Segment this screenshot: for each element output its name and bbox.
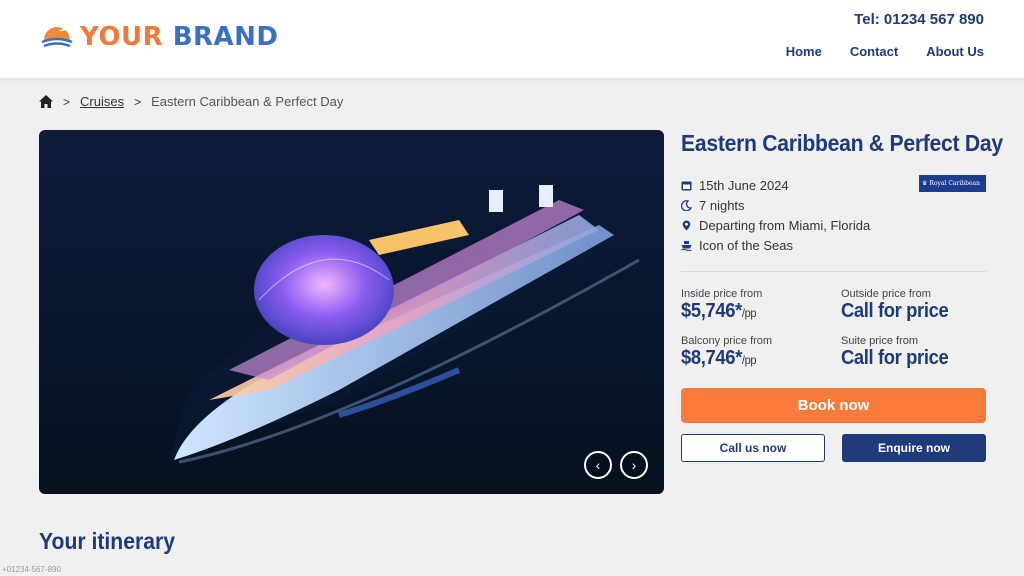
divider	[681, 271, 986, 272]
price-suite-value: Call for price	[841, 347, 949, 369]
fact-ship: Icon of the Seas	[681, 235, 986, 255]
nav-contact[interactable]: Contact	[850, 44, 898, 59]
breadcrumb-separator: >	[134, 94, 142, 109]
calendar-icon	[681, 181, 692, 190]
carousel-next-button[interactable]: ›	[620, 451, 648, 479]
price-balcony-label: Balcony price from	[681, 335, 773, 347]
cruise-ship: Icon of the Seas	[699, 237, 793, 253]
cruise-nights: 7 nights	[699, 197, 745, 213]
breadcrumb-current: Eastern Caribbean & Perfect Day	[151, 94, 344, 109]
carousel-prev-button[interactable]: ‹	[584, 451, 612, 479]
chevron-right-icon: ›	[631, 457, 637, 473]
logo-sunset-icon	[41, 27, 73, 48]
cruise-date: 15th June 2024	[699, 177, 789, 193]
price-outside: Outside price from Call for price	[841, 288, 986, 323]
moon-icon	[681, 199, 692, 211]
nav-about[interactable]: About Us	[926, 44, 984, 59]
price-inside: Inside price from $5,746*/pp	[681, 288, 841, 323]
price-grid: Inside price from $5,746*/pp Outside pri…	[681, 288, 986, 370]
header-phone[interactable]: Tel: 01234 567 890	[854, 11, 984, 28]
breadcrumb: > Cruises > Eastern Caribbean & Perfect …	[39, 94, 343, 109]
chevron-left-icon: ‹	[595, 457, 601, 473]
ship-icon	[681, 240, 692, 251]
home-icon[interactable]	[39, 95, 53, 108]
enquire-now-button[interactable]: Enquire now	[842, 434, 986, 462]
fact-nights: 7 nights	[681, 195, 986, 215]
price-unit: /pp	[741, 353, 757, 367]
price-inside-label: Inside price from	[681, 288, 763, 300]
breadcrumb-cruises[interactable]: Cruises	[80, 94, 124, 109]
cruise-details: Eastern Caribbean & Perfect Day ♛ Royal …	[681, 130, 1003, 462]
map-pin-icon	[682, 220, 691, 230]
cruise-title: Eastern Caribbean & Perfect Day	[681, 130, 1003, 156]
price-suite: Suite price from Call for price	[841, 335, 986, 370]
fact-departure: Departing from Miami, Florida	[681, 215, 986, 235]
book-now-button[interactable]: Book now	[681, 388, 986, 423]
price-outside-value: Call for price	[841, 300, 949, 322]
ship-illustration	[39, 130, 664, 494]
crown-icon: ♛	[922, 180, 928, 187]
price-outside-label: Outside price from	[841, 288, 931, 300]
cruise-departure: Departing from Miami, Florida	[699, 217, 871, 233]
logo-text-your: YOUR	[80, 22, 164, 52]
cruise-ship-image: ‹ ›	[39, 130, 664, 494]
price-balcony-value: $8,746*	[681, 347, 742, 369]
cruise-line-logo: ♛ Royal Caribbean	[919, 175, 986, 192]
contact-buttons: Call us now Enquire now	[681, 434, 986, 462]
main-nav: Home Contact About Us	[786, 44, 984, 59]
price-unit: /pp	[741, 306, 757, 320]
price-suite-label: Suite price from	[841, 335, 919, 347]
price-balcony: Balcony price from $8,746*/pp	[681, 335, 841, 370]
site-header: YOUR BRAND Tel: 01234 567 890 Home Conta…	[0, 0, 1024, 78]
logo-text-brand: BRAND	[172, 22, 279, 52]
nav-home[interactable]: Home	[786, 44, 822, 59]
itinerary-heading: Your itinerary	[39, 528, 176, 554]
cruise-line-name: Royal Caribbean	[929, 180, 980, 187]
brand-logo[interactable]: YOUR BRAND	[40, 22, 279, 52]
price-inside-value: $5,746*	[681, 300, 742, 322]
footer-phone[interactable]: +01234-567-890	[2, 565, 61, 574]
call-us-button[interactable]: Call us now	[681, 434, 825, 462]
breadcrumb-separator: >	[63, 94, 71, 109]
